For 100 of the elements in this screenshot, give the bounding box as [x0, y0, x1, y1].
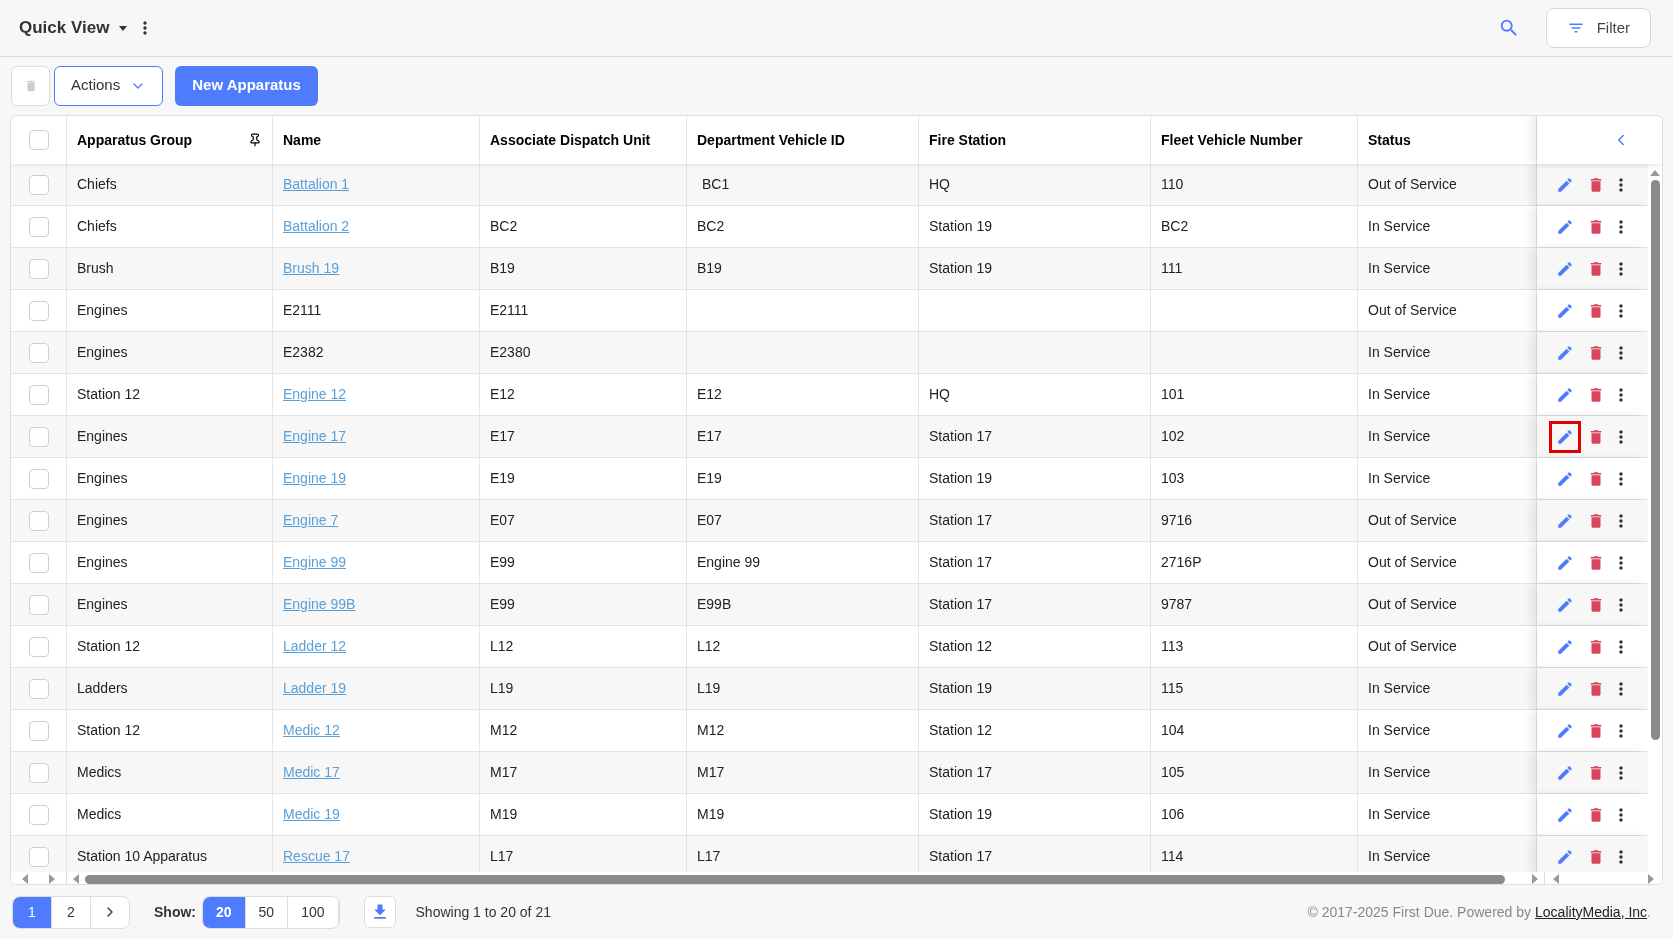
table-cell-text: 103	[1161, 469, 1185, 488]
checkbox[interactable]	[28, 130, 49, 150]
name-link[interactable]: Battalion 1	[283, 174, 350, 195]
column-header[interactable]: Apparatus Group	[77, 129, 193, 151]
table-cell-text: BC2	[697, 217, 725, 236]
name-link[interactable]: Engine 99	[283, 552, 347, 573]
table-cell-text: In Service	[1368, 805, 1431, 824]
checkbox[interactable]	[28, 300, 49, 321]
name-link[interactable]: Medic 12	[283, 720, 340, 741]
table-cell-text: BC2	[1161, 217, 1189, 236]
checkbox[interactable]	[28, 174, 49, 195]
table-cell-text: L17	[697, 847, 721, 866]
checkbox[interactable]	[28, 846, 49, 867]
name-link[interactable]: Battalion 2	[283, 216, 350, 237]
pin-icon[interactable]	[248, 133, 262, 147]
table-cell-text: Brush	[77, 259, 114, 278]
page-size-option[interactable]: 50	[245, 896, 289, 928]
table-cell-text: In Service	[1368, 469, 1431, 488]
table-cell-text: B19	[490, 259, 515, 278]
table-cell-text: In Service	[1368, 343, 1431, 362]
checkbox[interactable]	[28, 510, 49, 531]
checkbox[interactable]	[28, 720, 49, 741]
table-cell-text: E2111	[490, 301, 529, 320]
table-cell-text: Engines	[77, 427, 128, 446]
view-selector[interactable]: Quick View	[19, 15, 128, 41]
table-cell-text: Engines	[77, 595, 128, 614]
checkbox[interactable]	[28, 258, 49, 279]
table-cell-text: L12	[490, 637, 514, 656]
checkbox[interactable]	[28, 804, 49, 825]
checkbox[interactable]	[28, 552, 49, 573]
edit-icon	[1556, 511, 1574, 530]
table-cell-text: Station 19	[929, 469, 993, 488]
checkbox[interactable]	[28, 216, 49, 237]
table-cell-text: M17	[490, 763, 518, 782]
table-cell-text: Out of Service	[1368, 511, 1457, 530]
edit-button[interactable]	[1549, 420, 1581, 453]
caret-icon	[119, 25, 128, 31]
edit-icon	[1556, 301, 1574, 320]
table-cell-text: L19	[490, 679, 514, 698]
name-link[interactable]: Engine 12	[283, 384, 347, 405]
name-link[interactable]: Engine 7	[283, 510, 339, 531]
column-header[interactable]: Fire Station	[929, 129, 1006, 151]
filter-button[interactable]: Filter	[1545, 8, 1651, 48]
checkbox[interactable]	[28, 342, 49, 363]
edit-icon	[1556, 721, 1574, 740]
name-link[interactable]: Medic 19	[283, 804, 340, 825]
new-apparatus-button[interactable]: New Apparatus	[175, 65, 318, 106]
table-cell-text: In Service	[1368, 427, 1431, 446]
table-cell-text: E07	[697, 511, 722, 530]
table-cell-text: Station 12	[77, 721, 141, 740]
name-link[interactable]: Rescue 17	[283, 846, 350, 867]
name-link[interactable]: Brush 19	[283, 258, 340, 279]
table-cell-text: Engine 99	[697, 553, 761, 572]
column-header[interactable]: Status	[1368, 129, 1411, 151]
page-size-option[interactable]: 20	[203, 896, 246, 928]
table-cell-text: E99	[490, 595, 515, 614]
table-cell-text: Station 10 Apparatus	[77, 847, 207, 866]
edit-icon	[1556, 259, 1574, 278]
table-cell-text: In Service	[1368, 385, 1431, 404]
checkbox[interactable]	[28, 636, 49, 657]
edit-icon	[1556, 427, 1574, 446]
name-link[interactable]: Engine 99B	[283, 594, 356, 615]
name-link[interactable]: Engine 19	[283, 468, 347, 489]
actions-button[interactable]: Actions	[54, 65, 164, 106]
name-link[interactable]: Medic 17	[283, 762, 340, 783]
table-cell-text: In Service	[1368, 763, 1431, 782]
table-cell-text: E19	[490, 469, 515, 488]
column-header[interactable]: Associate Dispatch Unit	[490, 129, 651, 151]
column-header[interactable]: Department Vehicle ID	[697, 129, 845, 151]
column-header[interactable]: Name	[283, 129, 322, 151]
table-cell-text: L19	[697, 679, 721, 698]
checkbox[interactable]	[28, 594, 49, 615]
name-link[interactable]: Ladder 19	[283, 678, 347, 699]
table-cell-text: 9716	[1161, 511, 1193, 530]
table-cell-text: M19	[490, 805, 518, 824]
column-header[interactable]: Fleet Vehicle Number	[1161, 129, 1303, 151]
edit-icon	[1556, 343, 1574, 362]
table-cell-text: L17	[490, 847, 514, 866]
page-button[interactable]: 2	[52, 896, 91, 928]
table-cell-text: Engines	[77, 511, 128, 530]
checkbox[interactable]	[28, 468, 49, 489]
table-cell-text: E07	[490, 511, 515, 530]
name-link[interactable]: Engine 17	[283, 426, 347, 447]
table-cell-text: 110	[1161, 175, 1184, 194]
name-link[interactable]: Ladder 12	[283, 636, 347, 657]
page-size-option[interactable]: 100	[288, 896, 339, 928]
download-button[interactable]	[363, 896, 396, 928]
table-cell-text: Station 12	[77, 637, 141, 656]
table-cell-text: Station 12	[929, 637, 993, 656]
checkbox[interactable]	[28, 426, 49, 447]
checkbox[interactable]	[28, 678, 49, 699]
table-cell-text: 106	[1161, 805, 1185, 824]
table-cell-text: Medics	[77, 763, 122, 782]
table-cell-text: Out of Service	[1368, 553, 1457, 572]
table-cell-text: E2382	[283, 343, 324, 362]
checkbox[interactable]	[28, 762, 49, 783]
page-button[interactable]: 1	[13, 896, 52, 928]
edit-icon	[1556, 469, 1574, 488]
checkbox[interactable]	[28, 384, 49, 405]
table-cell-text: BC2	[490, 217, 518, 236]
